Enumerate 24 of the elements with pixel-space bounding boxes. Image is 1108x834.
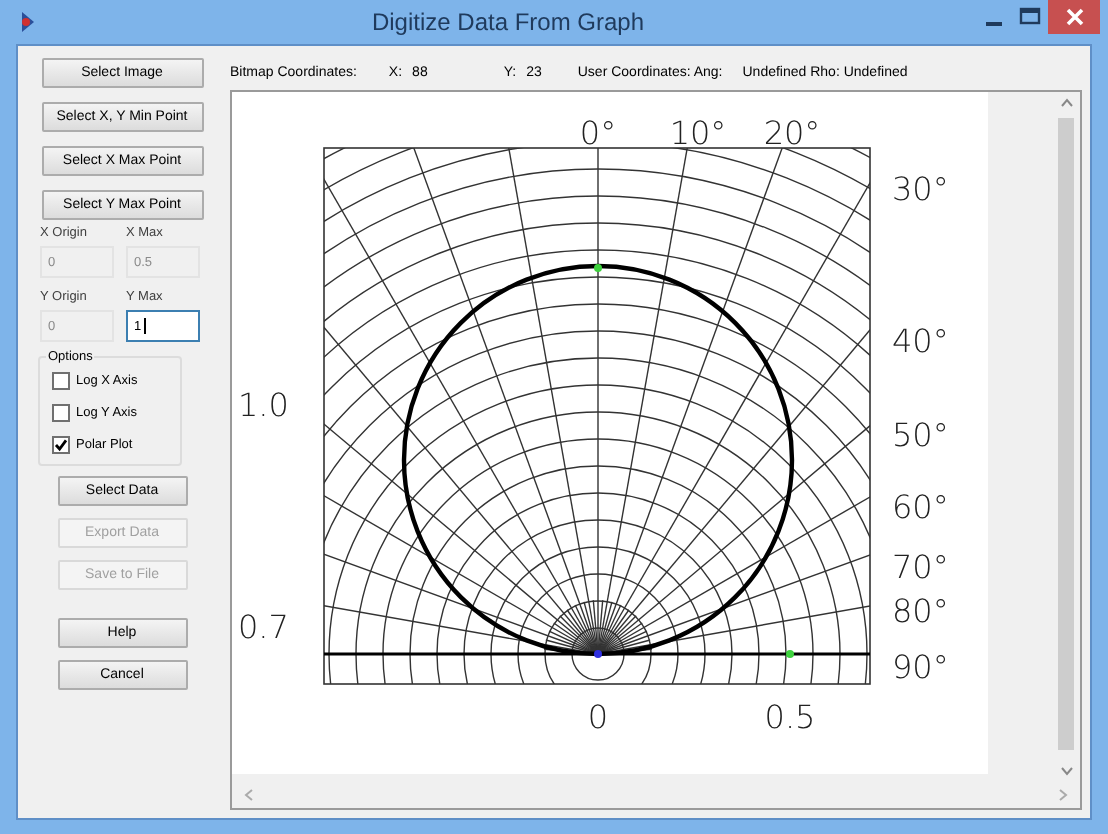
- angle-label: 60°: [892, 488, 949, 526]
- angle-label: 90°: [892, 648, 949, 686]
- point-marker: [786, 650, 794, 658]
- angle-label: 80°: [892, 592, 949, 630]
- close-icon: [1065, 8, 1083, 26]
- scroll-thumb[interactable]: [1058, 118, 1074, 750]
- angle-label: 0°: [579, 114, 617, 152]
- radius-label: 1.0: [238, 386, 289, 424]
- angle-label: 20°: [763, 114, 821, 152]
- window-title: Digitize Data From Graph: [369, 8, 647, 36]
- angle-label: 40°: [892, 322, 949, 360]
- checkbox[interactable]: [52, 371, 70, 389]
- point-marker: [594, 264, 602, 272]
- angle-label: 50°: [892, 416, 949, 454]
- angle-label: 70°: [892, 548, 949, 586]
- close-button[interactable]: [1048, 0, 1100, 34]
- axis-label: 0.5: [764, 698, 816, 736]
- axis-label: 0: [587, 698, 609, 736]
- point-marker: [594, 650, 602, 658]
- angle-label: 30°: [892, 170, 949, 208]
- checkbox[interactable]: [52, 435, 70, 453]
- angle-label: 10°: [669, 114, 727, 152]
- checkbox[interactable]: [52, 403, 70, 421]
- radius-label: 0.7: [238, 608, 289, 646]
